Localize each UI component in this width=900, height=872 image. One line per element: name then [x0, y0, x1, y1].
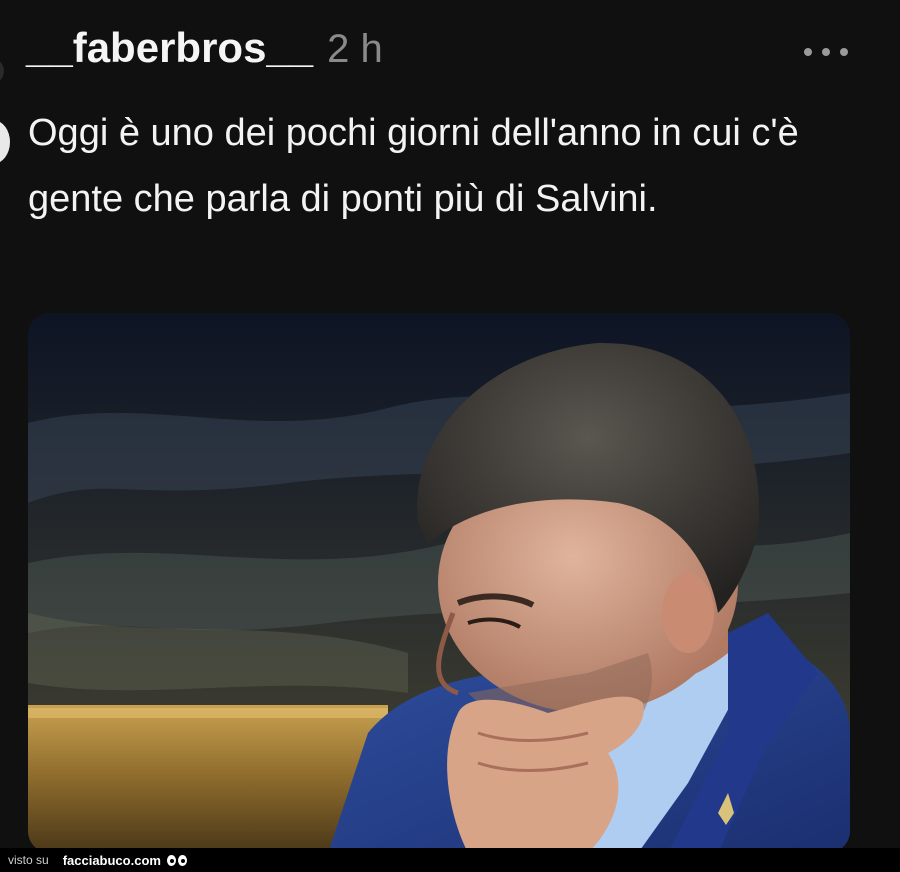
post-image[interactable]	[28, 313, 850, 853]
more-horizontal-icon	[822, 48, 830, 56]
more-options-button[interactable]	[804, 44, 848, 60]
footer-visto-label: visto su	[8, 853, 49, 867]
watermark-footer: visto su facciabuco.com	[0, 848, 900, 872]
avatar-thread-line-top	[0, 58, 4, 84]
post-header: __faberbros__ 2 h	[26, 24, 383, 84]
photo-man-hand-on-chin	[28, 313, 850, 853]
username-link[interactable]: __faberbros__	[26, 24, 313, 72]
more-horizontal-icon	[804, 48, 812, 56]
avatar[interactable]	[0, 120, 10, 164]
more-horizontal-icon	[840, 48, 848, 56]
post-text: Oggi è uno dei pochi giorni dell'anno in…	[28, 112, 799, 220]
thread-post: __faberbros__ 2 h Oggi è uno dei pochi g…	[0, 0, 900, 853]
post-timestamp: 2 h	[327, 27, 383, 71]
footer-brand-link[interactable]: facciabuco.com	[63, 853, 161, 868]
eyes-icon	[166, 854, 187, 866]
